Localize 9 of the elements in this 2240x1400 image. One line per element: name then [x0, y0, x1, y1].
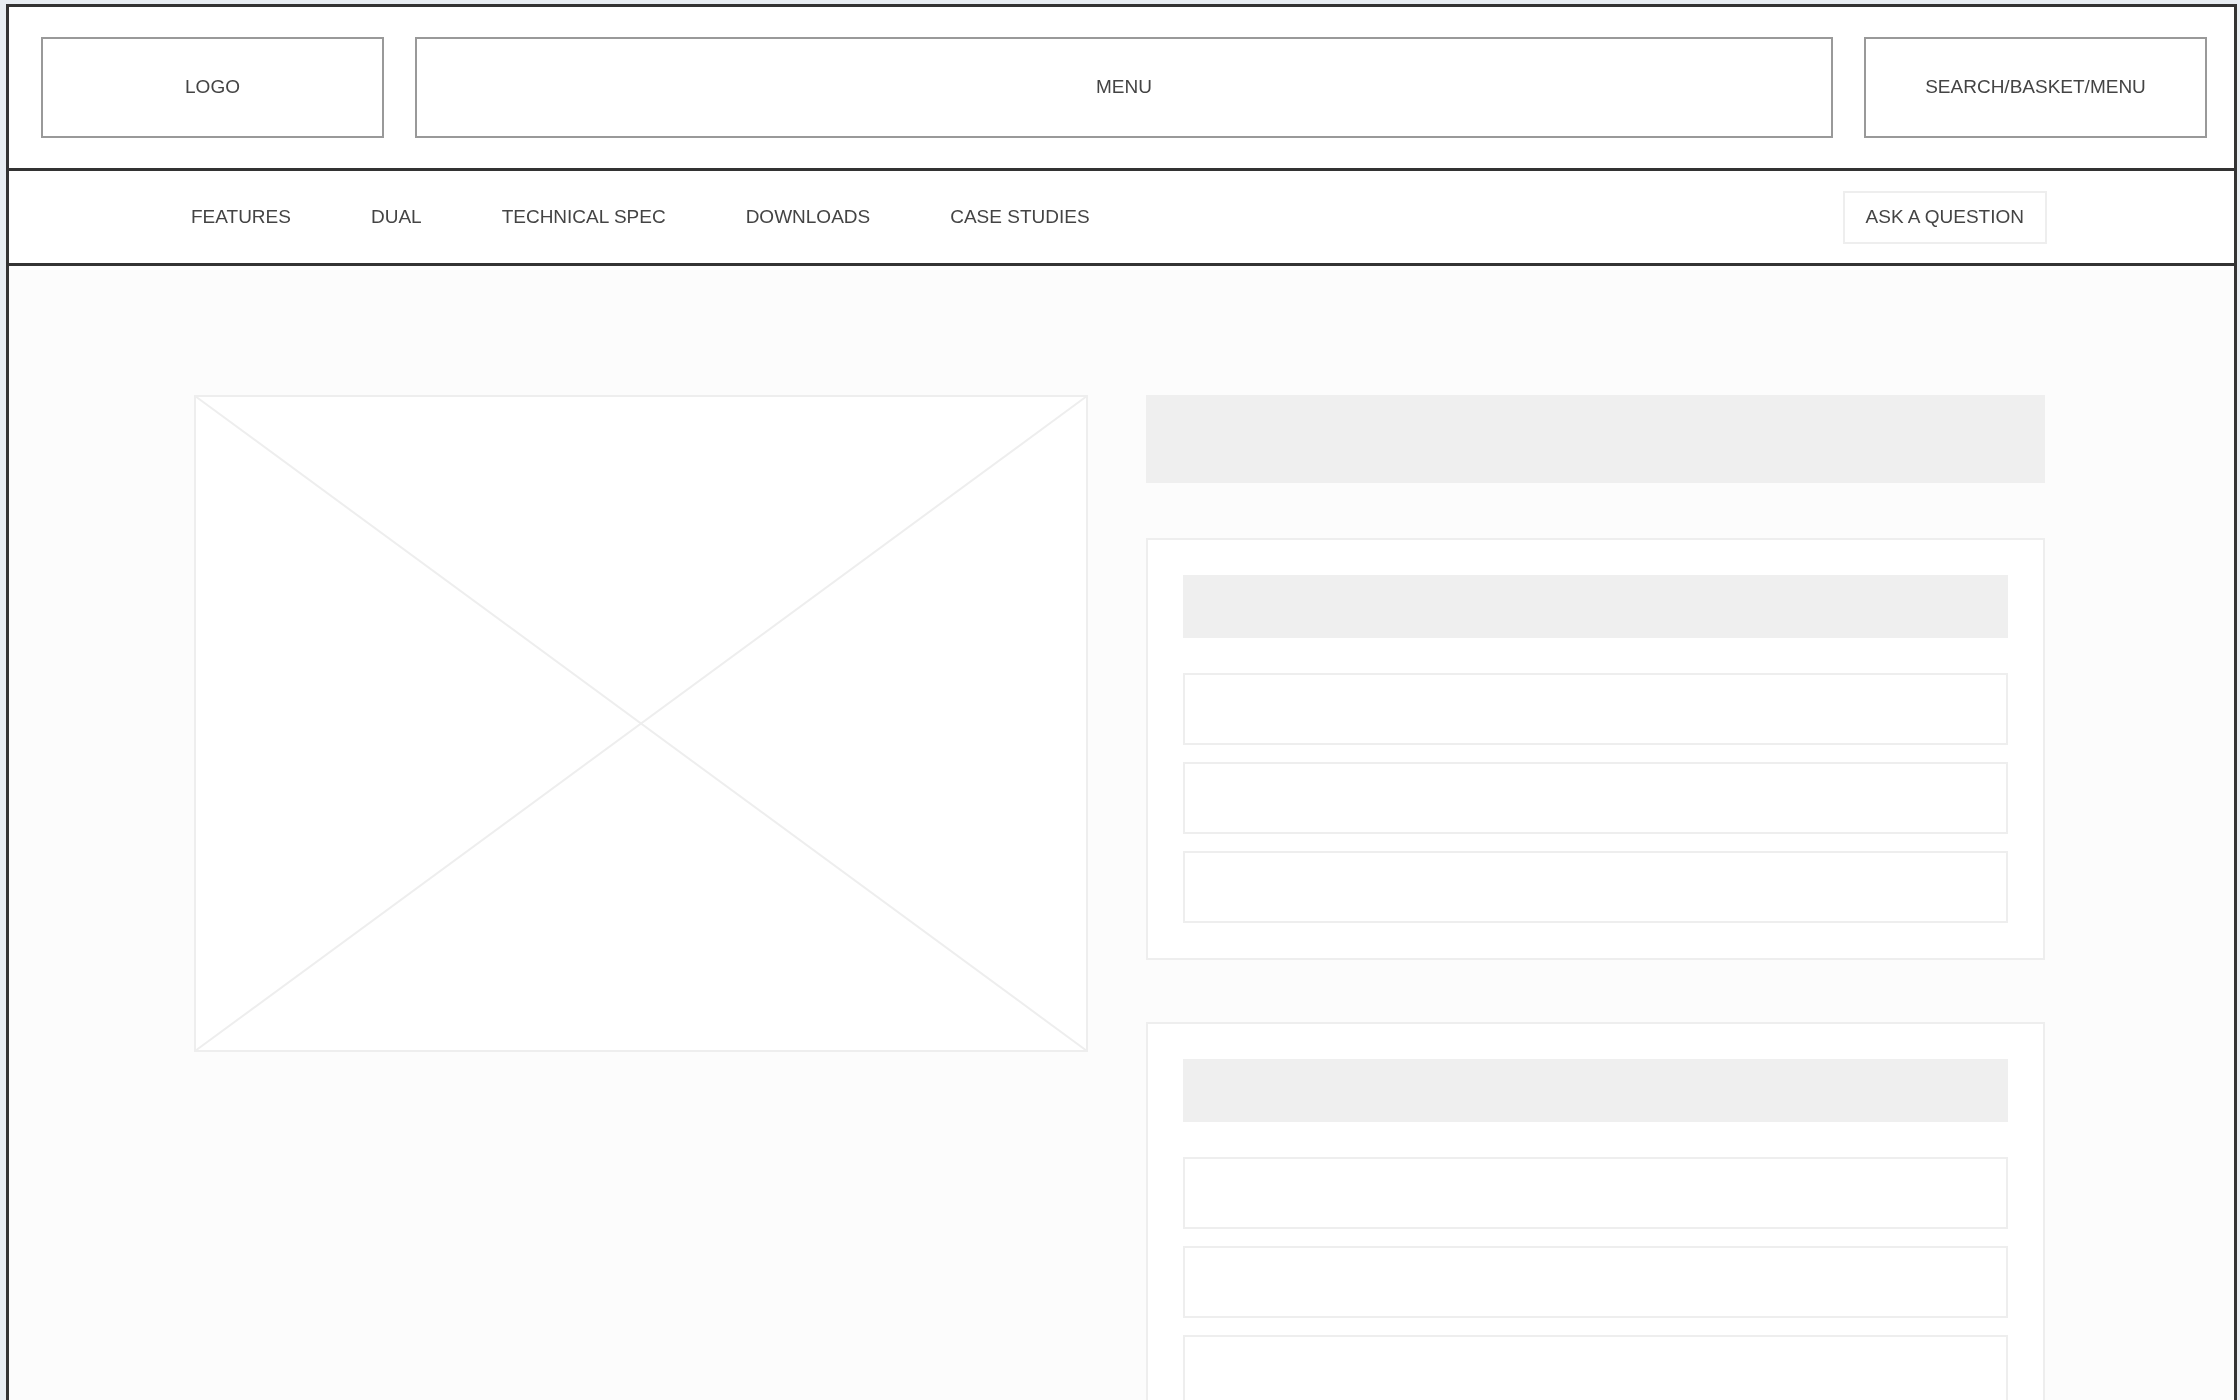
- nav-link[interactable]: DOWNLOADS: [745, 202, 871, 232]
- nav-link[interactable]: TECHNICAL SPEC: [501, 202, 666, 232]
- nav-link[interactable]: DUAL: [370, 202, 422, 232]
- nav-link[interactable]: FEATURES: [191, 202, 291, 232]
- menu-label: MENU: [1096, 75, 1152, 100]
- logo-label: LOGO: [185, 75, 240, 100]
- search-basket-menu-label: SEARCH/BASKET/MENU: [1925, 75, 2146, 100]
- ask-question-button[interactable]: ASK A QUESTION: [1842, 190, 2047, 244]
- nav-link[interactable]: CASE STUDIES: [950, 202, 1090, 232]
